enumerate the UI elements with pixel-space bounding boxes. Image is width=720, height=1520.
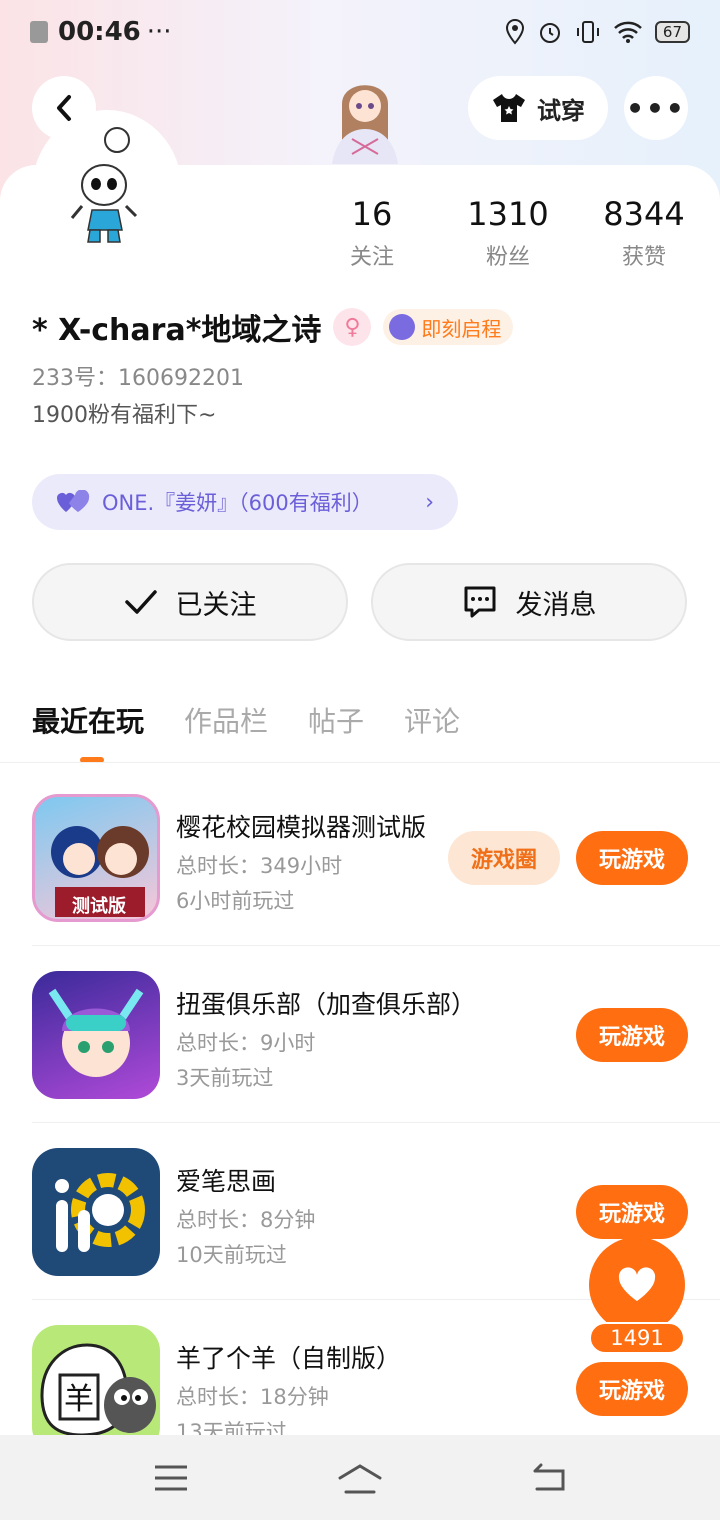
tag-label: 即刻启程 (421, 316, 502, 341)
try-on-label: 试穿 (537, 96, 585, 125)
stat-following[interactable]: 16 关注 (312, 195, 432, 271)
more-icon: ••• (626, 91, 686, 125)
status-dots: ··· (146, 17, 172, 47)
stat-value: 8344 (603, 195, 685, 233)
home-icon[interactable] (336, 1462, 384, 1494)
system-nav-bar (0, 1435, 720, 1520)
game-duration: 总时长：18分钟 (176, 1385, 329, 1409)
game-duration: 总时长：9小时 (176, 1031, 316, 1055)
status-icons: 67 (505, 19, 690, 45)
stat-value: 16 (351, 195, 393, 233)
menu-icon[interactable] (153, 1464, 189, 1492)
alarm-icon (539, 23, 560, 43)
more-button[interactable]: ••• (624, 76, 688, 140)
play-game-button[interactable]: 玩游戏 (576, 831, 688, 885)
game-icon-label: 测试版 (72, 895, 126, 917)
status-bar: 00:46 ··· 67 (0, 0, 720, 64)
play-game-button[interactable]: 玩游戏 (576, 1008, 688, 1062)
game-icon (32, 1148, 160, 1276)
chat-bubble-icon (464, 586, 495, 618)
dress-up-avatar[interactable] (322, 64, 408, 164)
list-item[interactable]: 扭蛋俱乐部（加查俱乐部） 总时长：9小时 3天前玩过 玩游戏 (0, 947, 720, 1123)
notification-icon (30, 21, 48, 43)
game-title: 爱笔思画 (176, 1167, 277, 1196)
stat-fans[interactable]: 1310 粉丝 (448, 195, 568, 271)
name-row: * X-chara*地域之诗 ♀ 即刻启程 (32, 305, 514, 349)
tag-badge-icon (389, 314, 416, 340)
battery-indicator: 67 (654, 21, 690, 43)
check-icon (124, 590, 157, 614)
user-tag[interactable]: 即刻启程 (383, 309, 514, 345)
game-icon-label: 羊 (64, 1382, 94, 1417)
list-divider (32, 1122, 720, 1123)
game-duration: 总时长：349小时 (176, 854, 343, 878)
game-last-played: 6小时前玩过 (176, 889, 295, 913)
game-circle-button[interactable]: 游戏圈 (448, 831, 560, 885)
vibrate-icon (576, 21, 599, 43)
game-icon: 测试版 (32, 794, 160, 922)
profile-tabs: 最近在玩 作品栏 帖子 评论 (32, 700, 460, 740)
female-icon: ♀ (333, 308, 372, 346)
game-title: 扭蛋俱乐部（加查俱乐部） (176, 990, 477, 1019)
avatar[interactable] (32, 110, 182, 270)
game-last-played: 3天前玩过 (176, 1066, 274, 1090)
game-icon (32, 971, 160, 1099)
like-button[interactable] (589, 1237, 685, 1333)
heart-icon (618, 1267, 656, 1301)
message-label: 发消息 (515, 589, 597, 621)
tab-posts[interactable]: 帖子 (308, 700, 364, 740)
tab-comments[interactable]: 评论 (404, 700, 460, 740)
followed-label: 已关注 (175, 589, 257, 621)
game-icon: 羊 (32, 1325, 160, 1441)
fan-group-badge[interactable]: ONE.『姜妍』（600有福利） › (32, 474, 458, 530)
game-title: 樱花校园模拟器测试版 (176, 813, 427, 842)
avatar-image (70, 127, 138, 243)
message-button[interactable]: 发消息 (371, 563, 687, 641)
game-duration: 总时长：8分钟 (176, 1208, 316, 1232)
play-game-button[interactable]: 玩游戏 (576, 1185, 688, 1239)
followed-button[interactable]: 已关注 (32, 563, 348, 641)
chevron-right-icon: › (425, 489, 434, 515)
user-bio: 1900粉有福利下~ (32, 403, 217, 428)
status-time: 00:46 (58, 17, 141, 47)
stat-label: 关注 (349, 245, 394, 270)
fan-group-label: ONE.『姜妍』（600有福利） (102, 491, 373, 515)
like-count: 1491 (589, 1322, 685, 1354)
double-heart-icon (57, 490, 90, 512)
tab-works[interactable]: 作品栏 (184, 700, 268, 740)
tshirt-icon (493, 94, 525, 122)
tabs-divider (0, 762, 720, 763)
play-game-button[interactable]: 玩游戏 (576, 1362, 688, 1416)
list-item[interactable]: 测试版 樱花校园模拟器测试版 总时长：349小时 6小时前玩过 游戏圈 玩游戏 (0, 770, 720, 946)
stat-label: 获赞 (621, 245, 666, 270)
list-divider (32, 945, 720, 946)
back-nav-icon[interactable] (531, 1463, 567, 1493)
tab-recently-played[interactable]: 最近在玩 (32, 700, 144, 740)
location-icon (505, 19, 524, 45)
user-name: * X-chara*地域之诗 (32, 313, 322, 348)
stat-likes[interactable]: 8344 获赞 (584, 195, 704, 271)
game-last-played: 10天前玩过 (176, 1243, 287, 1267)
stat-value: 1310 (467, 195, 549, 233)
stat-label: 粉丝 (485, 245, 530, 270)
game-title: 羊了个羊（自制版） (176, 1344, 402, 1373)
user-id: 233号：160692201 (32, 366, 244, 391)
try-on-button[interactable]: 试穿 (468, 76, 608, 140)
wifi-icon (614, 21, 642, 43)
